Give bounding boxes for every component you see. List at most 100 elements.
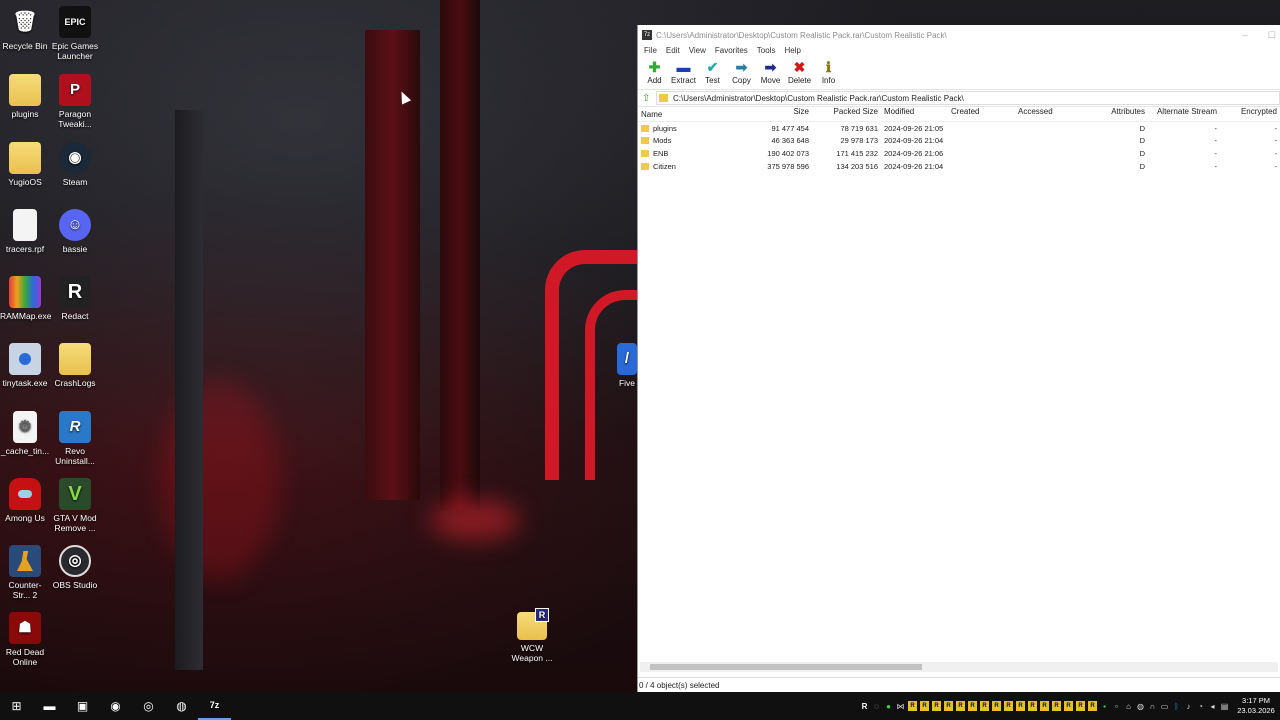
7zip-taskbar-icon[interactable]: 7z <box>198 692 231 720</box>
window-titlebar[interactable]: 7z C:\Users\Administrator\Desktop\Custom… <box>638 25 1280 45</box>
minimize-icon[interactable]: – <box>1243 30 1248 41</box>
desktop-icon-counter-strike[interactable]: Counter-Str... 2 <box>0 545 50 600</box>
taskbar: ⊞ ▬ ▣ ◉ ◎ ◍ 7z R ◌ ● ⋈ R R R R R R R R R R R R… <box>0 692 1280 720</box>
desktop-icon-crashlogs[interactable]: CrashLogs <box>50 343 100 388</box>
column-attributes[interactable]: Attributes <box>1082 107 1148 121</box>
menu-help[interactable]: Help <box>781 45 806 58</box>
menu-favorites[interactable]: Favorites <box>712 45 754 58</box>
move-button[interactable]: ➡ Move <box>756 58 785 89</box>
tray-app-icon[interactable]: R <box>1064 701 1073 711</box>
file-row[interactable]: Citizen 375 978 596 134 203 516 2024-09-26 … <box>638 160 1280 173</box>
desktop-icon-paragon[interactable]: P Paragon Tweaki... <box>50 74 100 129</box>
chrome-icon[interactable]: ◍ <box>165 692 198 720</box>
redact-tray-icon[interactable]: R <box>860 701 869 711</box>
tray-app-icon[interactable]: ◌ <box>872 701 881 711</box>
menu-file[interactable]: File <box>641 45 663 58</box>
tray-app-icon[interactable]: R <box>1052 701 1061 711</box>
tray-app-icon[interactable]: R <box>1004 701 1013 711</box>
nvidia-tray-icon[interactable]: ▪ <box>1100 701 1109 711</box>
column-alternate-stream[interactable]: Alternate Stream <box>1148 107 1220 121</box>
network-icon[interactable]: ◔ <box>1196 701 1205 711</box>
desktop-icon-rammap[interactable]: RAMMap.exe <box>0 276 52 321</box>
desktop-icon-label: Revo Uninstall... <box>55 446 95 466</box>
column-accessed[interactable]: Accessed <box>1015 107 1082 121</box>
menu-tools[interactable]: Tools <box>754 45 782 58</box>
desktop-icon-red-dead[interactable]: ☗ Red Dead Online <box>0 612 50 667</box>
gta-v-icon: V <box>59 478 91 510</box>
file-explorer-icon[interactable]: ▬ <box>33 692 66 720</box>
cell-modified: 2024-09-26 21:06 <box>884 148 944 158</box>
menu-edit[interactable]: Edit <box>663 45 686 58</box>
horizontal-scrollbar[interactable] <box>640 662 1278 672</box>
copy-button[interactable]: ➡ Copy <box>727 58 756 89</box>
tray-app-icon[interactable]: R <box>932 701 941 711</box>
tray-app-icon[interactable]: ◍ <box>1136 701 1145 711</box>
desktop-icon-redact[interactable]: R Redact <box>50 276 100 321</box>
usb-icon[interactable]: ⌂ <box>1124 701 1133 711</box>
column-modified[interactable]: Modified <box>881 107 948 121</box>
desktop-icon-epic-games[interactable]: EPIC Epic Games Launcher <box>50 6 100 61</box>
cell-attributes: D <box>1139 136 1145 146</box>
volume-icon[interactable]: ◂ <box>1208 701 1217 711</box>
desktop-icon-plugins[interactable]: plugins <box>0 74 50 119</box>
desktop-icon-tracers[interactable]: tracers.rpf <box>0 209 50 254</box>
headset-icon[interactable]: ∩ <box>1148 701 1157 711</box>
desktop-icon-among-us[interactable]: Among Us <box>0 478 50 523</box>
language-icon[interactable]: ▤ <box>1220 701 1229 711</box>
tray-app-icon[interactable]: R <box>1028 701 1037 711</box>
address-field[interactable]: C:\Users\Administrator\Desktop\Custom Re… <box>656 91 1280 105</box>
tray-app-icon[interactable]: R <box>980 701 989 711</box>
microphone-icon[interactable]: ♪ <box>1184 701 1193 711</box>
file-row[interactable]: ENB 190 402 073 171 415 232 2024-09-26 21:0… <box>638 147 1280 160</box>
tray-app-icon[interactable]: R <box>920 701 929 711</box>
bluetooth-icon[interactable]: ᛒ <box>1172 701 1181 711</box>
column-created[interactable]: Created <box>948 107 1015 121</box>
tray-app-icon[interactable]: R <box>1076 701 1085 711</box>
column-size[interactable]: Size <box>744 107 812 121</box>
desktop-icon-obs[interactable]: ◎ OBS Studio <box>50 545 100 590</box>
clock-date: 23.03.2026 <box>1237 706 1275 715</box>
tray-app-icon[interactable]: ▫ <box>1112 701 1121 711</box>
desktop-icon-gta-mod-remover[interactable]: V GTA V Mod Remove ... <box>50 478 100 533</box>
desktop-icon-label: bassie <box>62 244 88 254</box>
tray-app-icon[interactable]: ⋈ <box>896 701 905 711</box>
tray-app-icon[interactable]: R <box>956 701 965 711</box>
desktop-icon-yugioos[interactable]: YugioOS <box>0 142 50 187</box>
tray-app-icon[interactable]: R <box>992 701 1001 711</box>
file-row[interactable]: plugins 91 477 454 78 719 631 2024-09-26 21… <box>638 122 1280 135</box>
among-us-icon <box>9 478 41 510</box>
tray-app-icon[interactable]: R <box>1088 701 1097 711</box>
desktop-icon-cache[interactable]: ⚙ _cache_tin... <box>0 411 50 456</box>
browser-icon[interactable]: ◉ <box>99 692 132 720</box>
add-button[interactable]: ✚ Add <box>640 58 669 89</box>
tray-app-icon[interactable]: R <box>944 701 953 711</box>
delete-button[interactable]: ✖ Delete <box>785 58 814 89</box>
scrollbar-thumb[interactable] <box>650 664 922 670</box>
file-row[interactable]: Mods 46 363 648 29 978 173 2024-09-26 21:04… <box>638 135 1280 148</box>
column-name[interactable]: Name <box>638 107 744 121</box>
tray-app-icon[interactable]: ▭ <box>1160 701 1169 711</box>
desktop-icon-tinytask[interactable]: tinytask.exe <box>0 343 50 388</box>
maximize-icon[interactable]: ☐ <box>1268 30 1276 41</box>
menu-view[interactable]: View <box>686 45 712 58</box>
obs-taskbar-icon[interactable]: ◎ <box>132 692 165 720</box>
info-button[interactable]: ℹ Info <box>814 58 843 89</box>
desktop-icon-wcw-weapon[interactable]: R WCW Weapon ... <box>507 608 557 663</box>
column-packed-size[interactable]: Packed Size <box>812 107 881 121</box>
tray-app-icon[interactable]: ● <box>884 701 893 711</box>
tray-app-icon[interactable]: R <box>1040 701 1049 711</box>
test-button[interactable]: ✔ Test <box>698 58 727 89</box>
extract-button[interactable]: ▬ Extract <box>669 58 698 89</box>
store-icon[interactable]: ▣ <box>66 692 99 720</box>
folder-up-icon[interactable]: ⇧ <box>642 93 656 104</box>
desktop-icon-bassie[interactable]: ☺ bassie <box>50 209 100 254</box>
desktop-icon-recycle-bin[interactable]: 🗑 Recycle Bin <box>0 6 50 51</box>
column-encrypted[interactable]: Encrypted <box>1220 107 1280 121</box>
start-button[interactable]: ⊞ <box>0 692 33 720</box>
tray-app-icon[interactable]: R <box>1016 701 1025 711</box>
desktop-icon-steam[interactable]: ◉ Steam <box>50 142 100 187</box>
tray-app-icon[interactable]: R <box>968 701 977 711</box>
tray-app-icon[interactable]: R <box>908 701 917 711</box>
desktop-icon-revo[interactable]: R Revo Uninstall... <box>50 411 100 466</box>
taskbar-clock[interactable]: 3:17 PM 23.03.2026 <box>1236 696 1276 716</box>
